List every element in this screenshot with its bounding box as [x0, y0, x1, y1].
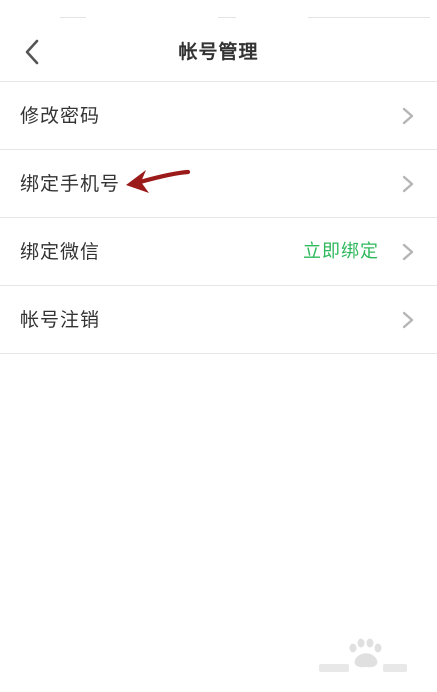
bind-now-link[interactable]: 立即绑定 — [303, 218, 379, 286]
status-bar — [0, 0, 437, 22]
row-label: 绑定手机号 — [20, 173, 121, 195]
navigation-bar: 帐号管理 — [0, 22, 437, 82]
status-divider — [308, 17, 430, 18]
chevron-right-icon — [402, 107, 414, 125]
row-label: 帐号注销 — [20, 309, 101, 331]
settings-list: 修改密码 绑定手机号 绑定微信 立即绑定 帐号注销 — [0, 82, 437, 354]
row-label: 绑定微信 — [20, 241, 101, 263]
chevron-right-icon — [402, 243, 414, 261]
row-bind-wechat[interactable]: 绑定微信 立即绑定 — [0, 218, 437, 286]
row-change-password[interactable]: 修改密码 — [0, 82, 437, 150]
chevron-right-icon — [402, 311, 414, 329]
row-label: 修改密码 — [20, 105, 101, 127]
page-title: 帐号管理 — [178, 41, 259, 63]
baidu-paw-icon — [319, 638, 407, 672]
chevron-right-icon — [402, 175, 414, 193]
status-divider — [218, 17, 236, 18]
row-bind-phone[interactable]: 绑定手机号 — [0, 150, 437, 218]
row-account-cancel[interactable]: 帐号注销 — [0, 286, 437, 354]
status-divider — [60, 17, 86, 18]
